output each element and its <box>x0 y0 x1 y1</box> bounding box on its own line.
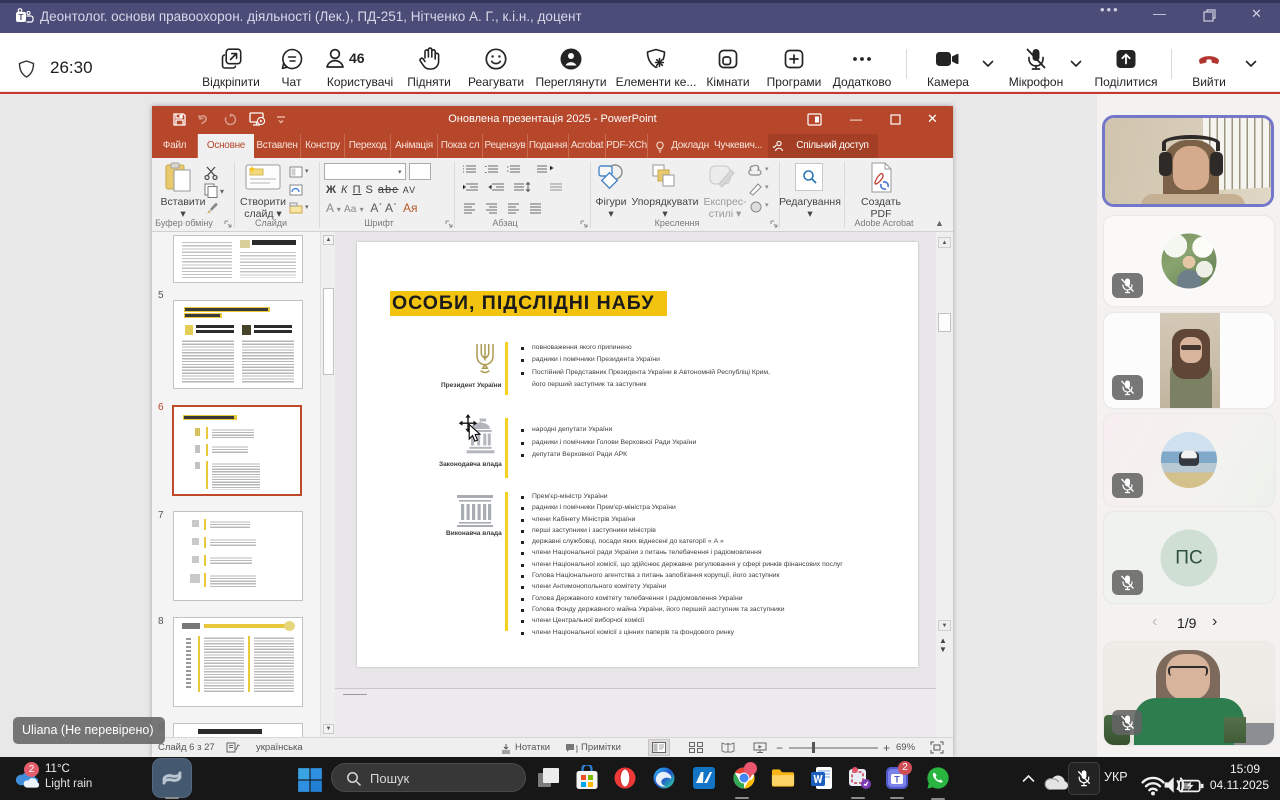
svg-text:46: 46 <box>349 50 365 66</box>
svg-text:T: T <box>19 13 24 22</box>
svg-text:T: T <box>894 775 900 785</box>
